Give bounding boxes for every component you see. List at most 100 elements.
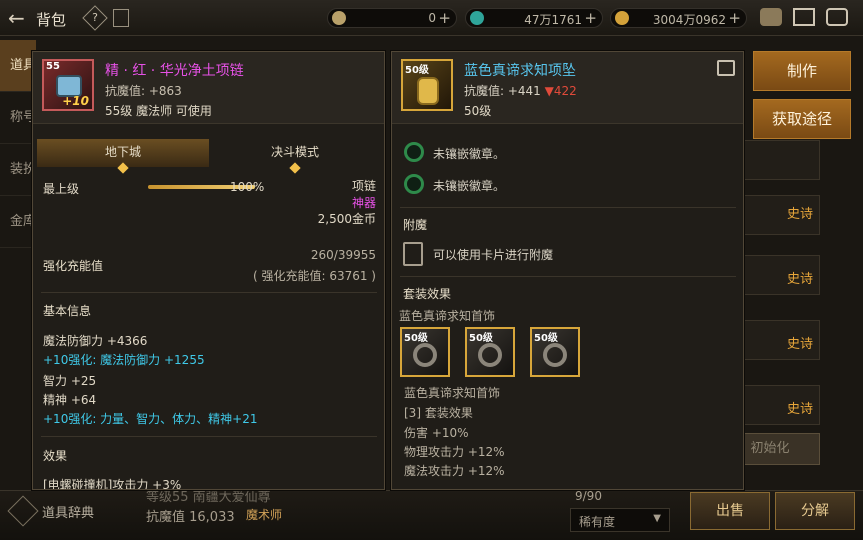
add-currency-button[interactable]: + xyxy=(584,9,597,27)
enchant-title: 附魔 xyxy=(403,218,428,232)
effect-title: 效果 xyxy=(43,449,68,463)
resist-diff: ▼422 xyxy=(544,84,577,98)
decompose-label: 分解 xyxy=(801,503,829,519)
socket-status: 未镶嵌徽章。 xyxy=(433,179,506,193)
craft-button[interactable]: 制作 xyxy=(753,51,851,91)
card-slot-icon xyxy=(403,242,423,266)
resist-total: 抗魔值 16,033 xyxy=(146,510,235,525)
set-piece-level: 50级 xyxy=(469,333,493,344)
currency-green-gem: 47万1761 + xyxy=(465,8,603,28)
list-item[interactable] xyxy=(740,140,820,180)
item-grade: 神器 xyxy=(351,196,376,210)
socket-status: 未镶嵌徽章。 xyxy=(433,147,506,161)
stat-line: +10强化: 魔法防御力 +1255 xyxy=(43,353,205,367)
top-level-percent: 100% xyxy=(230,180,265,194)
help-symbol: ? xyxy=(92,11,98,24)
add-currency-button[interactable]: + xyxy=(438,9,451,27)
set-line: 蓝色真谛求知首饰 xyxy=(404,386,501,400)
set-effect-title: 套装效果 xyxy=(403,287,452,301)
compare-item-tooltip: 50级 蓝色真谛求知项坠 抗魔值: +441 ▼422 50级 未镶嵌徽章。 未… xyxy=(391,51,744,490)
pendant-item-icon: 50级 xyxy=(401,59,453,111)
tab-titles[interactable]: 称号 xyxy=(0,92,36,144)
stat-line: 魔法防御力 +4366 xyxy=(43,334,148,348)
obtain-route-button[interactable]: 获取途径 xyxy=(753,99,851,139)
item-level-badge: 55 xyxy=(46,61,60,72)
left-tab-bar: 道具 称号 装扮 金库 xyxy=(0,40,36,248)
mode-tabs: 地下城 决斗模式 xyxy=(37,139,381,174)
currency-value: 47万1761 xyxy=(524,13,582,27)
set-name: 蓝色真谛求知首饰 xyxy=(399,309,496,323)
item-level-badge: 50级 xyxy=(405,65,429,76)
charge-sub-value: ( 强化充能值: 63761 ) xyxy=(252,269,376,283)
set-piece-level: 50级 xyxy=(534,333,558,344)
charge-value: 260/39955 xyxy=(310,248,376,262)
enhance-badge: +10 xyxy=(62,94,89,108)
item-usable: 55级 魔法师 可使用 xyxy=(105,104,212,118)
rarity-tag: 史诗 xyxy=(787,207,814,222)
charge-label: 强化充能值 xyxy=(43,259,104,273)
set-line: 伤害 +10% xyxy=(404,426,469,440)
tab-items[interactable]: 道具 xyxy=(0,40,36,92)
set-piece-ring[interactable]: 50级 xyxy=(530,327,580,377)
set-piece-bracelet[interactable]: 50级 xyxy=(465,327,515,377)
necklace-item-icon: 55 +10 xyxy=(42,59,94,111)
divider xyxy=(400,207,736,208)
item-price: 2,500金币 xyxy=(317,212,376,226)
item-header: 50级 蓝色真谛求知项坠 抗魔值: +441 ▼422 50级 xyxy=(392,52,743,124)
set-piece-necklace[interactable]: 50级 xyxy=(400,327,450,377)
item-name: 蓝色真谛求知项坠 xyxy=(464,63,576,79)
currency-value: 0 xyxy=(428,11,436,25)
mail-icon[interactable] xyxy=(793,8,815,26)
enchant-text: 可以使用卡片进行附魔 xyxy=(433,248,554,262)
gold-coin-icon xyxy=(332,11,346,25)
currency-gold-medal: 3004万0962 + xyxy=(610,8,747,28)
effect-line: [电螺碰撞机]攻击力 +3% xyxy=(43,478,182,490)
currency-value: 3004万0962 xyxy=(652,13,726,27)
add-currency-button[interactable]: + xyxy=(728,9,741,27)
divider xyxy=(41,436,377,437)
top-level-label: 最上级 xyxy=(43,182,80,196)
rarity-tag: 史诗 xyxy=(787,402,814,417)
set-piece-level: 50级 xyxy=(404,333,428,344)
necklace-icon xyxy=(413,343,437,367)
set-line: 魔法攻击力 +12% xyxy=(404,464,505,478)
item-resist: 抗魔值: +863 xyxy=(105,84,182,98)
help-icon[interactable]: ? xyxy=(82,5,108,31)
socket-icon xyxy=(404,142,424,162)
chevron-down-icon: ▼ xyxy=(653,513,661,524)
socket-icon xyxy=(404,174,424,194)
sell-button[interactable]: 出售 xyxy=(690,492,770,530)
item-header: 55 +10 精 · 红 · 华光净土项链 抗魔值: +863 55级 魔法师 … xyxy=(33,52,384,124)
sell-label: 出售 xyxy=(716,503,744,519)
inventory-count: 9/90 xyxy=(575,489,602,503)
craft-label: 制作 xyxy=(786,62,817,80)
rarity-select[interactable]: 稀有度 ▼ xyxy=(570,508,670,532)
divider xyxy=(400,276,736,277)
tab-outfits[interactable]: 装扮 xyxy=(0,144,36,196)
slot-type: 项链 xyxy=(351,179,376,193)
back-arrow-icon[interactable]: ← xyxy=(8,7,30,29)
stat-line: +10强化: 力量、智力、体力、精神+21 xyxy=(43,412,258,426)
decompose-button[interactable]: 分解 xyxy=(775,492,855,530)
item-dictionary-label[interactable]: 道具辞典 xyxy=(42,502,94,521)
gold-medal-icon xyxy=(615,11,629,25)
class-label: 魔术师 xyxy=(246,508,283,522)
cauldron-icon[interactable] xyxy=(760,8,782,26)
pendant-icon xyxy=(417,77,439,105)
item-name: 精 · 红 · 华光净土项链 xyxy=(105,63,244,79)
tab-vault[interactable]: 金库 xyxy=(0,196,36,248)
book-icon[interactable] xyxy=(113,9,129,27)
chat-icon[interactable] xyxy=(826,8,848,26)
currency-gold-coin: 0 + xyxy=(327,8,457,28)
green-gem-icon xyxy=(470,11,484,25)
stat-line: 智力 +25 xyxy=(43,374,97,388)
share-link-icon[interactable] xyxy=(717,60,735,76)
item-resist: 抗魔值: +441 ▼422 xyxy=(464,82,577,99)
resist-value: 抗魔值: +441 xyxy=(464,84,541,98)
set-line: [3] 套装效果 xyxy=(404,406,473,420)
stat-line: 精神 +64 xyxy=(43,393,97,407)
item-level: 50级 xyxy=(464,104,492,118)
rarity-tag: 史诗 xyxy=(787,272,814,287)
basic-info-title: 基本信息 xyxy=(43,304,92,318)
rarity-select-label: 稀有度 xyxy=(579,515,616,529)
